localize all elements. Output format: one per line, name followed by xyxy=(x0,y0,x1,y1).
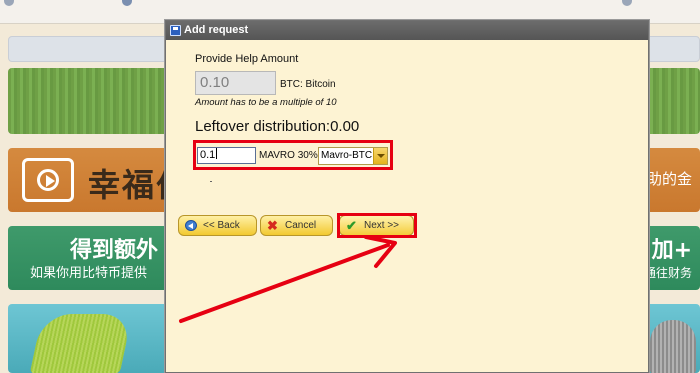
divider-dot xyxy=(210,181,212,182)
provide-help-label: Provide Help Amount xyxy=(195,53,299,65)
cancel-x-icon: ✖ xyxy=(267,218,278,233)
currency-label: BTC: Bitcoin xyxy=(280,79,336,90)
back-button-label: << Back xyxy=(203,220,240,231)
next-button-highlight xyxy=(337,213,417,238)
dialog-title: Add request xyxy=(184,24,249,36)
mavro-row-highlight xyxy=(193,140,393,170)
cancel-button[interactable]: ✖ Cancel xyxy=(260,215,333,236)
disk-icon xyxy=(170,25,181,36)
toolbar-icon[interactable] xyxy=(622,0,632,6)
add-request-dialog: Add request Provide Help Amount 0.10 BTC… xyxy=(165,20,649,373)
teal-banner-right-subtitle: 通往财务 xyxy=(643,266,692,280)
speaker-image xyxy=(29,314,133,373)
back-button[interactable]: << Back xyxy=(178,215,257,236)
video-icon xyxy=(22,158,74,202)
cancel-button-label: Cancel xyxy=(285,220,317,231)
dialog-titlebar[interactable]: Add request xyxy=(166,21,648,40)
toolbar-icon[interactable] xyxy=(122,0,132,6)
toolbar-icon[interactable] xyxy=(4,0,14,6)
teal-banner-subtitle: 如果你用比特币提供 xyxy=(30,266,148,281)
teal-banner-right-title: 加+ xyxy=(651,238,692,263)
amount-hint: Amount has to be a multiple of 10 xyxy=(195,97,337,108)
amount-field[interactable]: 0.10 xyxy=(195,71,276,95)
play-icon xyxy=(37,169,59,191)
speaker-image xyxy=(650,320,696,373)
teal-banner-title: 得到额外 xyxy=(70,238,159,263)
back-arrow-icon xyxy=(185,220,197,231)
leftover-distribution: Leftover distribution:0.00 xyxy=(195,118,360,135)
